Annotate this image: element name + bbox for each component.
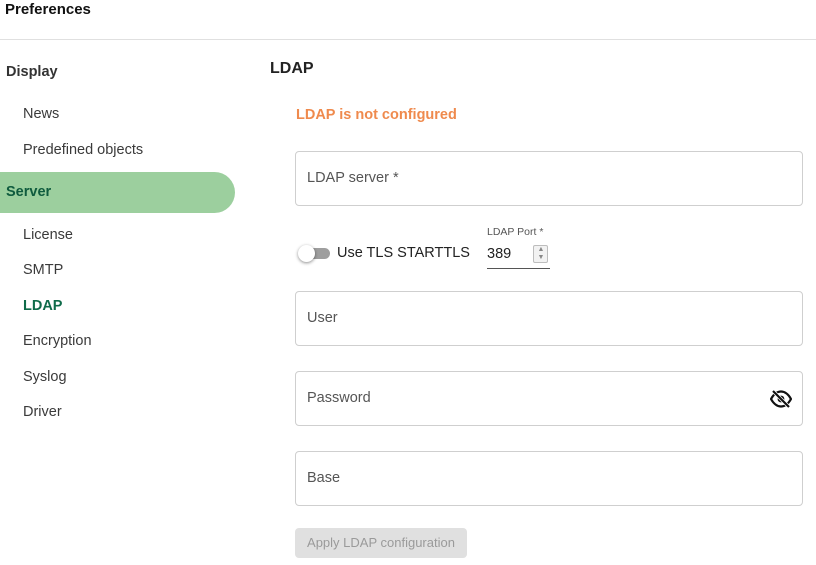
ldap-port-input[interactable]: 389 ▲ ▼ [487, 243, 550, 269]
sidebar-item-predefined-objects[interactable]: Predefined objects [23, 142, 143, 158]
sidebar-item-license[interactable]: License [23, 227, 73, 243]
top-bar: Preferences [0, 0, 816, 40]
toggle-knob [298, 245, 315, 262]
tls-starttls-toggle[interactable] [298, 245, 331, 262]
base-placeholder: Base [307, 470, 341, 486]
sidebar-item-news[interactable]: News [23, 106, 59, 122]
sidebar-item-syslog[interactable]: Syslog [23, 369, 67, 385]
apply-ldap-button[interactable]: Apply LDAP configuration [295, 528, 467, 558]
ldap-port-label: LDAP Port * [487, 226, 544, 238]
ldap-server-placeholder: LDAP server * [307, 170, 399, 186]
sidebar-item-smtp[interactable]: SMTP [23, 262, 63, 278]
page-title: LDAP [270, 60, 314, 77]
tls-starttls-label: Use TLS STARTTLS [337, 245, 470, 261]
sidebar-item-encryption[interactable]: Encryption [23, 333, 92, 349]
status-message: LDAP is not configured [296, 107, 457, 123]
sidebar-item-ldap[interactable]: LDAP [23, 298, 62, 314]
password-placeholder: Password [307, 390, 371, 406]
ldap-server-field[interactable]: LDAP server * [295, 151, 803, 206]
sidebar-item-driver[interactable]: Driver [23, 404, 62, 420]
user-placeholder: User [307, 310, 338, 326]
sidebar-section-server-label: Server [6, 184, 52, 200]
password-field[interactable]: Password [295, 371, 803, 426]
chevron-down-icon[interactable]: ▼ [537, 254, 545, 262]
sidebar-section-server[interactable]: Server [0, 172, 235, 213]
base-field[interactable]: Base [295, 451, 803, 506]
app-title: Preferences [5, 1, 91, 18]
sidebar: Display News Predefined objects Server L… [0, 40, 240, 565]
sidebar-section-display: Display [6, 64, 58, 80]
port-stepper[interactable]: ▲ ▼ [533, 245, 548, 263]
ldap-port-value: 389 [487, 246, 512, 262]
chevron-up-icon[interactable]: ▲ [537, 246, 545, 254]
eye-off-icon[interactable] [769, 389, 793, 409]
user-field[interactable]: User [295, 291, 803, 346]
